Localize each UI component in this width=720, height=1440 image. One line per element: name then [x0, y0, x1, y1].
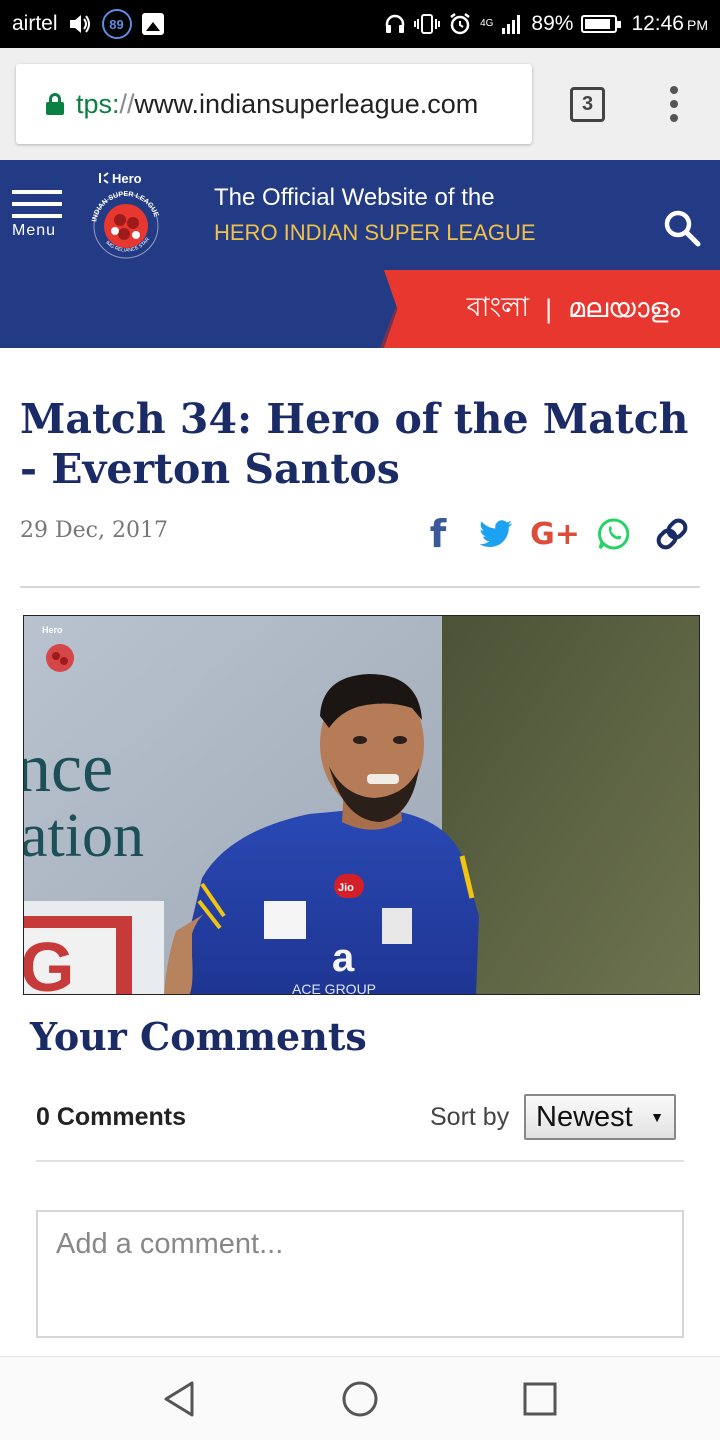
watermark-brand: Hero: [42, 625, 63, 635]
isl-logo[interactable]: Hero INDIAN SUPER LEAGUE IMG RELIANCE ST…: [86, 168, 166, 264]
android-nav-bar: [0, 1356, 720, 1440]
facebook-share-icon[interactable]: f: [424, 512, 452, 556]
status-bar: airtel 89 4G 89% 12:46 PM: [0, 0, 720, 48]
lock-icon[interactable]: [46, 93, 64, 115]
article-date: 29 Dec, 2017: [20, 518, 168, 543]
jersey-number-text: a: [332, 936, 355, 980]
site-tagline-line1: The Official Website of the: [214, 184, 495, 211]
browser-toolbar: tps: // www.indiansuperleague.com 3: [0, 48, 720, 160]
url-separator: //: [119, 88, 135, 119]
battery-icon: [581, 15, 622, 33]
jersey-sponsor-text: Jio: [338, 882, 354, 894]
clock-time: 12:46: [631, 12, 684, 35]
comments-divider: [36, 1160, 684, 1162]
url-host: www.indiansuperleague.com: [134, 88, 479, 119]
network-type: 4G: [480, 18, 494, 29]
carrier-name: airtel: [12, 12, 58, 35]
jersey-group-text: ACE GROUP: [292, 981, 376, 995]
twitter-share-icon[interactable]: [478, 512, 514, 556]
overflow-menu-icon[interactable]: [668, 86, 680, 122]
language-link-malayalam[interactable]: മലയാളം: [568, 293, 680, 325]
sort-dropdown[interactable]: Newest ▼: [524, 1094, 676, 1140]
sort-label: Sort by: [430, 1103, 510, 1131]
alarm-icon: [450, 13, 470, 35]
whatsapp-share-icon[interactable]: [596, 512, 632, 556]
battery-percent: 89%: [531, 12, 574, 35]
volume-icon: [69, 15, 90, 33]
image-sign-text-2: ation: [24, 802, 144, 870]
clock-ampm: PM: [687, 17, 708, 33]
google-plus-glyph: G+: [530, 516, 580, 552]
article-hero-image[interactable]: G nce ation Jio a ACE GROUP Hero: [23, 615, 700, 995]
screen: airtel 89 4G 89% 12:46 PM tps: // www.in…: [0, 0, 720, 1440]
article-title: Match 34: Hero of the Match - Everton Sa…: [20, 395, 689, 493]
copy-link-icon[interactable]: [650, 512, 694, 556]
site-tagline-line2: HERO INDIAN SUPER LEAGUE: [214, 220, 536, 245]
comments-heading: Your Comments: [30, 1014, 367, 1059]
url-scheme: tps:: [76, 88, 120, 119]
language-selector: বাংলা | മലയാളം: [384, 270, 720, 348]
recents-icon[interactable]: [518, 1377, 562, 1421]
search-icon[interactable]: [662, 208, 702, 248]
sort-selected-value: Newest: [536, 1100, 633, 1133]
language-separator: |: [545, 293, 553, 324]
google-plus-share-icon[interactable]: G+: [530, 512, 580, 556]
article-divider: [20, 586, 700, 588]
signal-icon: [502, 15, 521, 34]
notification-badge: 89: [101, 9, 132, 39]
image-notification-icon: [141, 13, 164, 35]
facebook-glyph: f: [429, 512, 447, 556]
site-header: Menu Hero INDIAN SUPER LEAGUE IMG RELIAN…: [0, 160, 720, 270]
vibrate-icon: [414, 14, 441, 34]
home-icon[interactable]: [338, 1377, 382, 1421]
comment-input[interactable]: Add a comment...: [36, 1210, 684, 1338]
comment-count: 0 Comments: [36, 1103, 187, 1131]
address-bar[interactable]: tps: // www.indiansuperleague.com: [16, 64, 532, 144]
back-icon[interactable]: [158, 1377, 202, 1421]
image-sign-text-1: nce: [24, 730, 113, 807]
headphones-icon: [385, 14, 405, 33]
image-sign-g: G: [24, 928, 74, 995]
dropdown-arrow-icon: ▼: [650, 1109, 664, 1125]
battery-level-fill: [585, 19, 611, 29]
tab-switcher-button[interactable]: 3: [570, 87, 605, 122]
share-buttons: f G+: [420, 512, 700, 556]
hamburger-menu-icon[interactable]: [12, 190, 62, 226]
language-link-bengali[interactable]: বাংলা: [467, 287, 529, 332]
menu-label[interactable]: Menu: [12, 222, 56, 240]
svg-text:Hero: Hero: [112, 171, 142, 186]
